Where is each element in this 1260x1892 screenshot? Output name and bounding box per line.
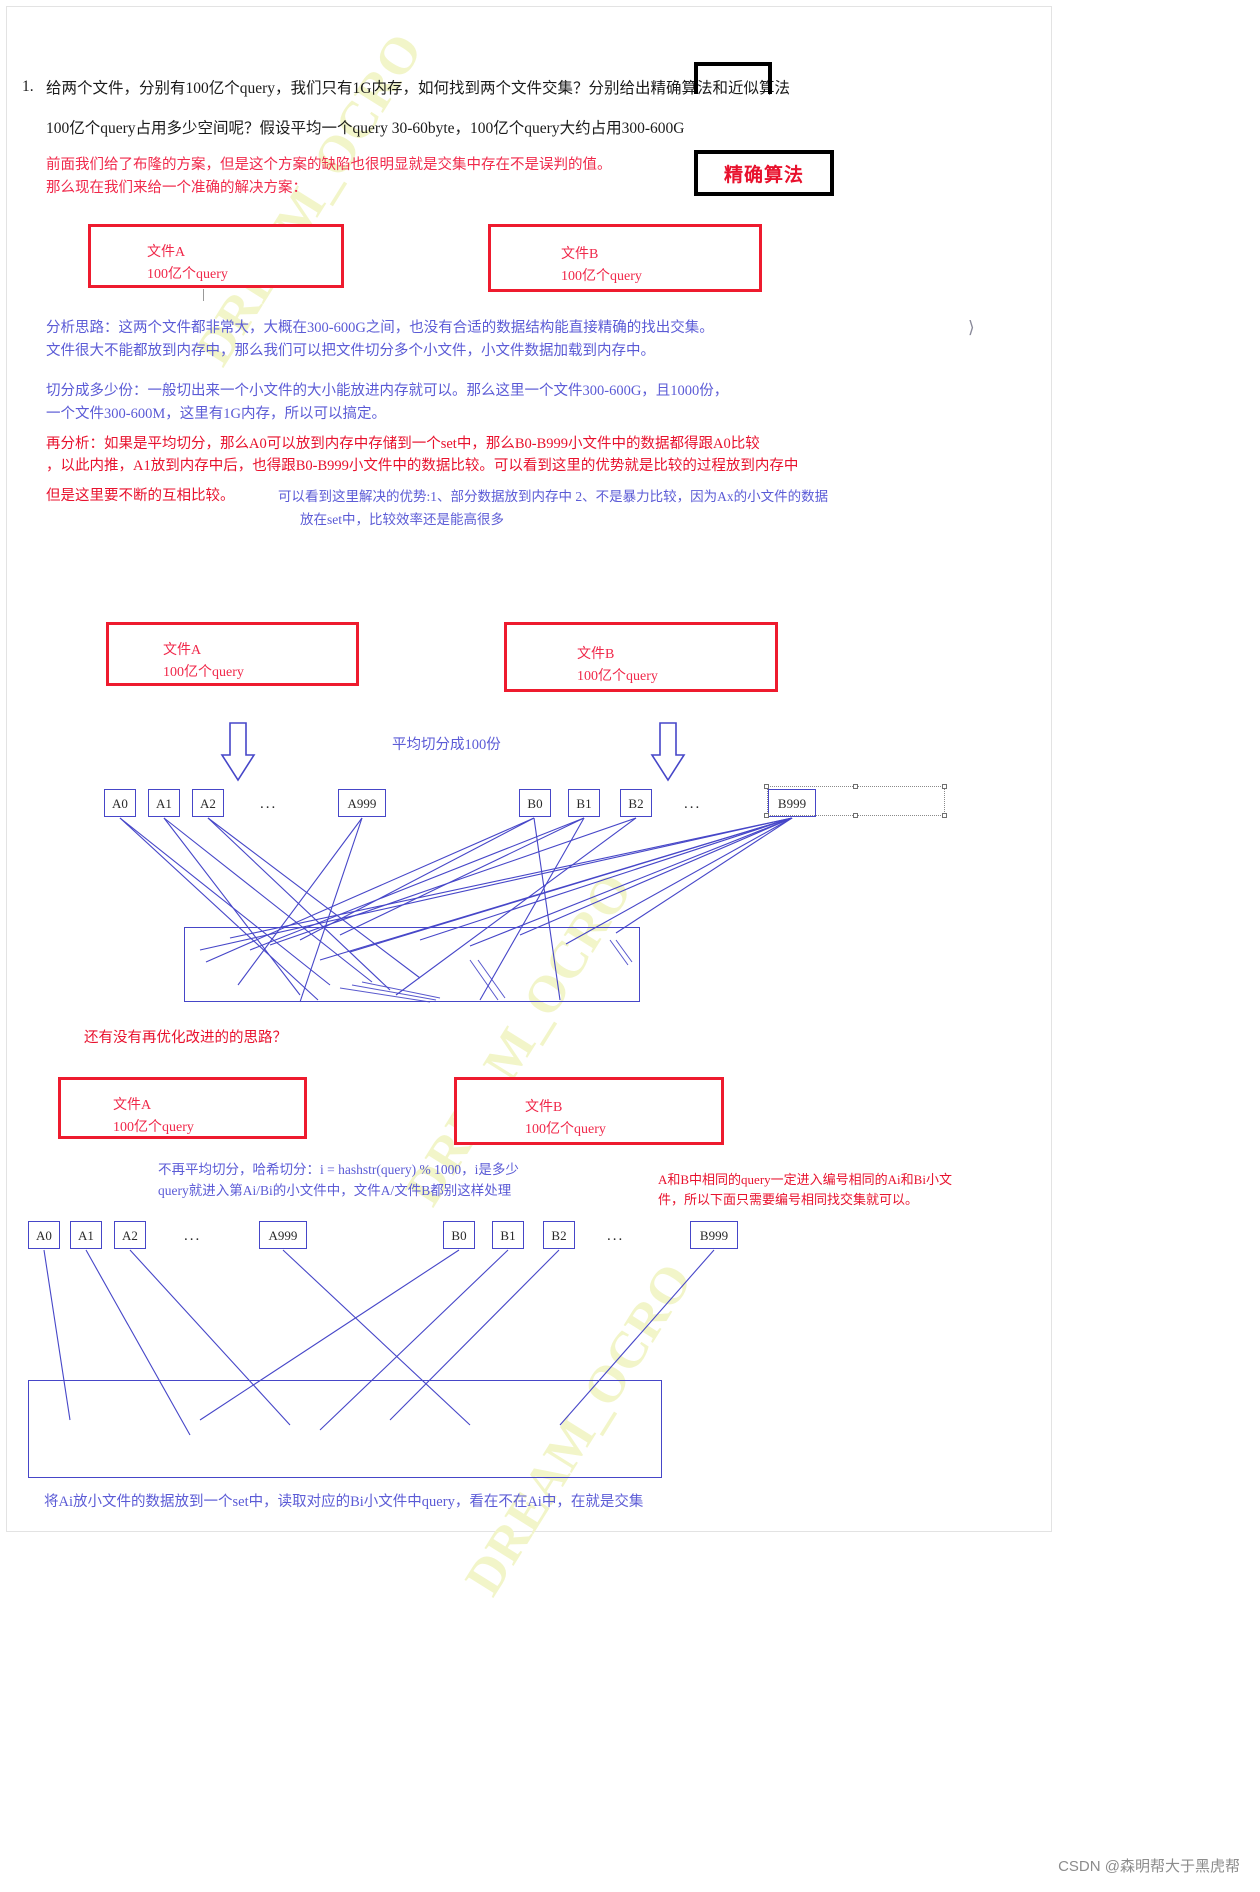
reanalysis-line-1: 再分析：如果是平均切分，那么A0可以放到内存中存储到一个set中，那么B0-B9… [46, 436, 760, 452]
reanalysis-line-2: ，以此内推，A1放到内存中后，也得跟B0-B999小文件中的数据比较。可以看到这… [46, 458, 799, 474]
analysis-line-4: 一个文件300-600M，这里有1G内存，所以可以搞定。 [46, 406, 386, 422]
analysis-line-3: 切分成多少份：一般切出来一个小文件的大小能放进内存就可以。那么这里一个文件300… [46, 383, 729, 399]
chip-a0[interactable]: A0 [104, 789, 136, 817]
chip2-ellipsis-b: ... [607, 1228, 625, 1244]
chip2-a1[interactable]: A1 [70, 1221, 102, 1249]
selection-handle-br[interactable] [942, 813, 947, 818]
selection-handle-tr[interactable] [942, 784, 947, 789]
chip-a2[interactable]: A2 [192, 789, 224, 817]
hash-split-line-2: query就进入第Ai/Bi的小文件中，文件A/文件B都别这样处理 [158, 1183, 512, 1198]
hash-split-line-1: 不再平均切分，哈希切分：i = hashstr(query) % 1000，i是… [158, 1162, 519, 1177]
list-number: 1. [22, 78, 34, 95]
file-box-b-top-subtitle: 100亿个query [561, 269, 642, 284]
chip-b2[interactable]: B2 [620, 789, 652, 817]
chip2-ellipsis-a: ... [184, 1228, 202, 1244]
file-box-a-bottom-title: 文件A [113, 1098, 152, 1113]
chip2-a999[interactable]: A999 [259, 1221, 307, 1249]
selection-handle-tm[interactable] [853, 784, 858, 789]
chip-a1[interactable]: A1 [148, 789, 180, 817]
advantage-line-1: 可以看到这里解决的优势:1、部分数据放到内存中 2、不是暴力比较，因为Ax的小文… [278, 489, 829, 504]
file-box-b-bottom: 文件B 100亿个query [454, 1077, 724, 1145]
chevron-mark: ⟩ [968, 318, 975, 337]
file-box-b-bottom-subtitle: 100亿个query [525, 1122, 606, 1137]
bottom-caption: 将Ai放小文件的数据放到一个set中，读取对应的Bi小文件中query，看在不在… [44, 1494, 644, 1510]
selection-outline[interactable] [767, 786, 945, 816]
advantage-line-2: 放在set中，比较效率还是能高很多 [300, 512, 504, 527]
file-box-a-bottom: 文件A 100亿个query [58, 1077, 307, 1139]
file-box-a-middle: 文件A 100亿个query [106, 622, 359, 686]
file-box-a-top: 文件A 100亿个query [88, 224, 344, 288]
selection-handle-bl[interactable] [764, 813, 769, 818]
text-caret [203, 289, 204, 301]
file-box-a-top-subtitle: 100亿个query [147, 267, 228, 282]
selection-handle-tl[interactable] [764, 784, 769, 789]
file-box-a-middle-title: 文件A [163, 643, 202, 658]
file-box-b-top: 文件B 100亿个query [488, 224, 762, 292]
chip2-a0[interactable]: A0 [28, 1221, 60, 1249]
bloom-note-line-1: 前面我们给了布隆的方案，但是这个方案的缺陷也很明显就是交集中存在不是误判的值。 [46, 157, 612, 173]
chip2-a2[interactable]: A2 [114, 1221, 146, 1249]
memory-set-box-top [184, 927, 640, 1002]
file-box-b-bottom-title: 文件B [525, 1100, 563, 1115]
chip2-b2[interactable]: B2 [543, 1221, 575, 1249]
analysis-line-2: 文件很大不能都放到内存中，那么我们可以把文件切分多个小文件，小文件数据加载到内存… [46, 343, 655, 359]
file-box-a-middle-subtitle: 100亿个query [163, 665, 244, 680]
file-box-b-middle: 文件B 100亿个query [504, 622, 778, 692]
improve-question-text: 还有没有再优化改进的的思路？ [84, 1030, 287, 1046]
space-estimate-text: 100亿个query占用多少空间呢？假设平均一个query 30-60byte，… [46, 120, 685, 137]
chip-b1[interactable]: B1 [568, 789, 600, 817]
highlight-box-partial [694, 62, 772, 94]
question-text: 给两个文件，分别有100亿个query，我们只有1G内存，如何找到两个文件交集？… [46, 80, 790, 97]
file-box-a-top-title: 文件A [147, 245, 186, 260]
reanalysis-line-3: 但是这里要不断的互相比较。 [46, 488, 235, 504]
chip2-b0[interactable]: B0 [443, 1221, 475, 1249]
arrow-down-b [650, 722, 686, 782]
file-box-a-bottom-subtitle: 100亿个query [113, 1120, 194, 1135]
memory-set-box-bottom [28, 1380, 662, 1478]
exact-algorithm-badge-label: 精确算法 [723, 164, 804, 186]
arrow-down-a [220, 722, 256, 782]
chip2-b999[interactable]: B999 [690, 1221, 738, 1249]
analysis-line-1: 分析思路：这两个文件都非常大，大概在300-600G之间，也没有合适的数据结构能… [46, 320, 714, 336]
chip-ellipsis-a: ... [260, 796, 278, 812]
exact-algorithm-badge: 精确算法 [694, 150, 834, 196]
bloom-note-line-2: 那么现在我们来给一个准确的解决方案： [46, 180, 307, 196]
footer-attribution: CSDN @森明帮大于黑虎帮 [1058, 1858, 1240, 1875]
chip2-b1[interactable]: B1 [492, 1221, 524, 1249]
file-box-b-top-title: 文件B [561, 247, 599, 262]
chip-b0[interactable]: B0 [519, 789, 551, 817]
file-box-b-middle-title: 文件B [577, 647, 615, 662]
split-label: 平均切分成100份 [392, 737, 501, 753]
hash-note-line-1: A和B中相同的query一定进入编号相同的Ai和Bi小文 [658, 1172, 952, 1187]
chip-a999[interactable]: A999 [338, 789, 386, 817]
page-canvas: DREAM_OCRO DREAM_OCRO DREAM_OCRO 1. 给两个文… [0, 0, 1260, 1892]
selection-handle-bm[interactable] [853, 813, 858, 818]
chip-ellipsis-b: ... [684, 796, 702, 812]
hash-note-line-2: 件，所以下面只需要编号相同找交集就可以。 [658, 1192, 919, 1207]
file-box-b-middle-subtitle: 100亿个query [577, 669, 658, 684]
